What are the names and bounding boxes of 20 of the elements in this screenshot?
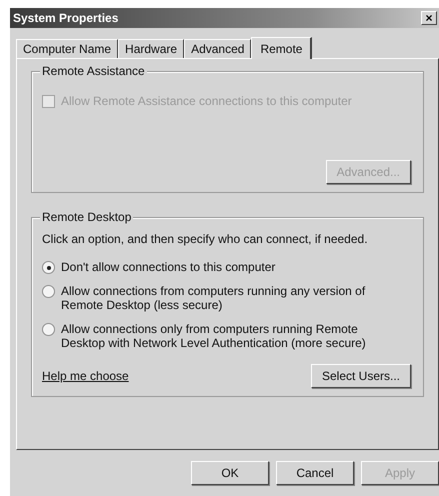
- tab[interactable]: Hardware: [118, 39, 184, 58]
- checkbox-label: Allow Remote Assistance connections to this computer: [61, 94, 352, 108]
- close-button[interactable]: ×: [421, 11, 437, 25]
- tab[interactable]: Advanced: [184, 39, 252, 58]
- group-title: Remote Assistance: [40, 64, 147, 78]
- radio-button[interactable]: [42, 261, 55, 274]
- tab[interactable]: Computer Name: [16, 39, 118, 58]
- group-title: Remote Desktop: [40, 210, 134, 224]
- select-users-button[interactable]: Select Users...: [310, 364, 411, 388]
- radio-label: Allow connections only from computers running Remote Desktop with Network Level Authentication (more secure): [61, 322, 367, 350]
- radio-button[interactable]: [42, 323, 55, 336]
- cancel-button[interactable]: Cancel: [276, 461, 354, 485]
- radio-label: Allow connections from computers running any version of Remote Desktop (less secure): [61, 284, 366, 312]
- window-title: System Properties: [13, 11, 118, 25]
- ok-button[interactable]: OK: [191, 461, 269, 485]
- radio-button[interactable]: [42, 285, 55, 298]
- tab[interactable]: Remote: [251, 37, 312, 59]
- instruction-text: Click an option, and then specify who can connect, if needed.: [42, 232, 369, 246]
- help-link[interactable]: Help me choose: [42, 369, 129, 383]
- radio-label: Don't allow connections to this computer: [61, 260, 276, 274]
